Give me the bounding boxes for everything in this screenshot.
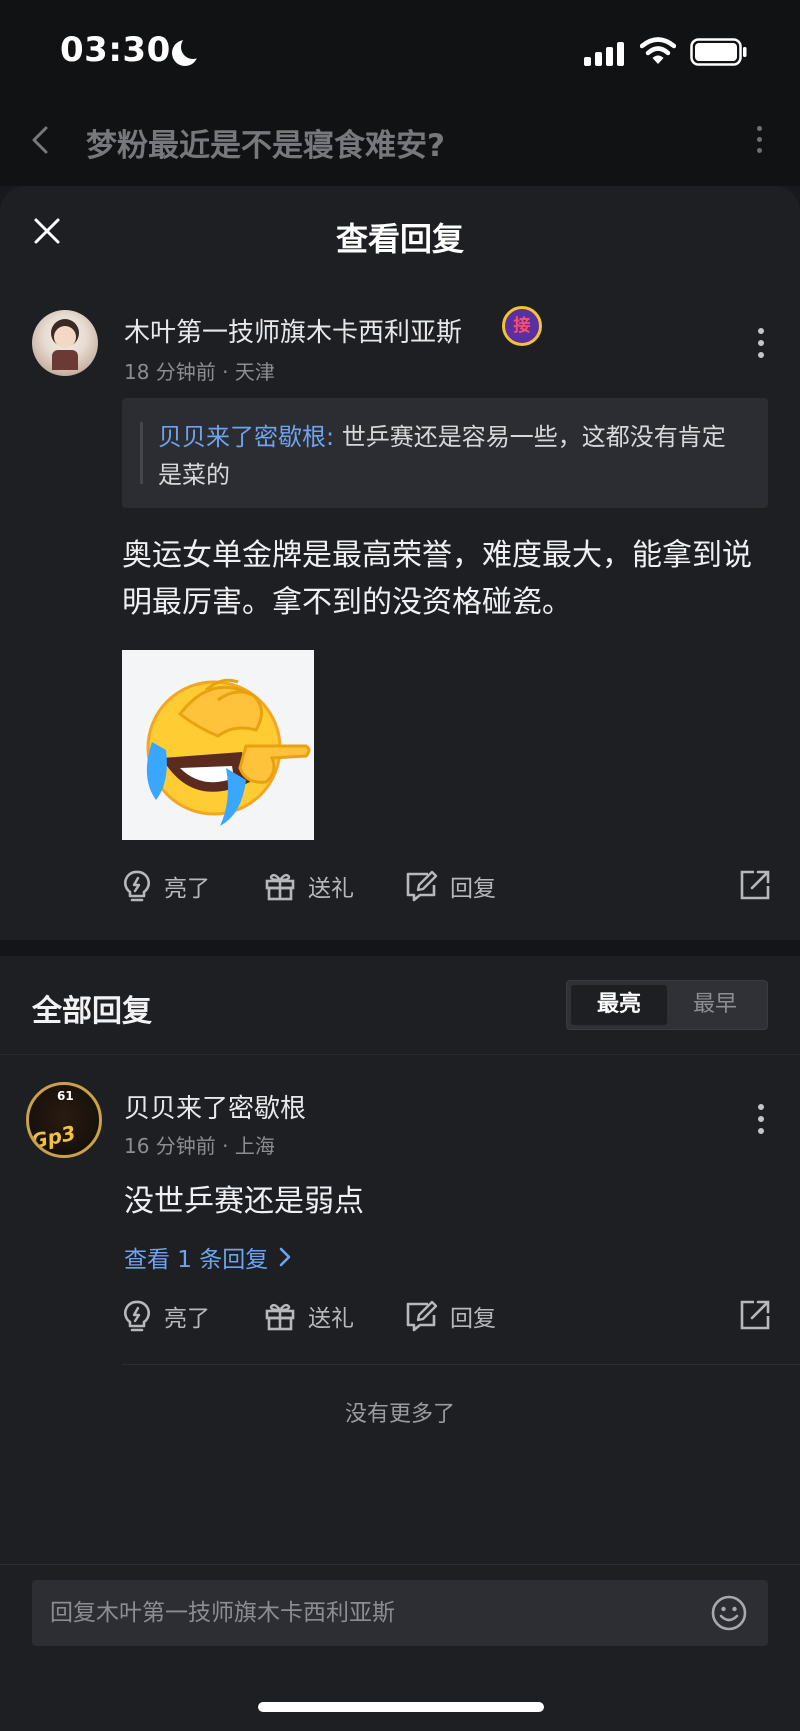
top-nav: 梦粉最近是不是寝食难安? xyxy=(0,96,800,186)
quoted-comment: 贝贝来了密歇根: 世乒赛还是容易一些，这都没有肯定是菜的 xyxy=(122,398,768,508)
avatar-number: 61 xyxy=(57,1089,74,1103)
emoji-image[interactable] xyxy=(122,650,314,840)
badge-icon: 接 xyxy=(502,306,542,346)
share-icon[interactable] xyxy=(738,868,772,902)
gift-button[interactable]: 送礼 xyxy=(264,1294,354,1338)
gift-button[interactable]: 送礼 xyxy=(264,864,354,908)
no-more-text: 没有更多了 xyxy=(344,1402,455,1427)
all-replies-title: 全部回复 xyxy=(32,994,152,1029)
lightbulb-icon xyxy=(124,1300,150,1332)
reply-input[interactable] xyxy=(50,1580,690,1646)
more-icon[interactable] xyxy=(754,126,764,156)
edit-icon xyxy=(406,870,438,902)
avatar-tag: Gp3 xyxy=(28,1120,78,1154)
status-bar: 03:30 xyxy=(0,0,800,96)
sort-hot-button[interactable]: 最亮 xyxy=(571,985,667,1025)
more-icon[interactable] xyxy=(756,328,766,364)
author-name[interactable]: 木叶第一技师旗木卡西利亚斯 xyxy=(124,312,462,349)
meta-separator: · xyxy=(222,360,235,384)
reply-time: 16 分钟前 xyxy=(124,1134,216,1158)
comment-location: 天津 xyxy=(234,360,275,384)
like-label: 亮了 xyxy=(164,1306,210,1332)
edit-icon xyxy=(406,1300,438,1332)
input-divider xyxy=(0,1564,800,1565)
view-replies-link[interactable]: 查看 1 条回复 xyxy=(124,1240,292,1274)
avatar[interactable]: 61 Gp3 xyxy=(26,1082,102,1158)
reply-actions: 亮了 送礼 回复 xyxy=(122,1294,772,1338)
sheet-title: 查看回复 xyxy=(335,220,464,258)
status-time: 03:30 xyxy=(60,30,171,70)
list-divider xyxy=(122,1364,800,1365)
quote-user[interactable]: 贝贝来了密歇根: xyxy=(158,423,334,451)
section-divider xyxy=(0,940,800,956)
reply-label: 回复 xyxy=(450,1306,496,1332)
reply-button[interactable]: 回复 xyxy=(404,864,496,908)
more-icon[interactable] xyxy=(756,1104,766,1140)
comment-meta: 18 分钟前 · 天津 xyxy=(124,356,275,385)
share-icon[interactable] xyxy=(738,1298,772,1332)
reply-author[interactable]: 贝贝来了密歇根 xyxy=(124,1088,306,1125)
battery-icon xyxy=(690,38,747,66)
gift-icon xyxy=(265,873,295,901)
like-button[interactable]: 亮了 xyxy=(122,864,210,908)
gift-icon xyxy=(265,1303,295,1331)
reply-label: 回复 xyxy=(450,876,496,902)
sort-toggle: 最亮 最早 xyxy=(566,980,768,1030)
reply-location: 上海 xyxy=(234,1134,275,1158)
lightbulb-icon xyxy=(124,870,150,902)
meta-separator: · xyxy=(222,1134,235,1158)
gift-label: 送礼 xyxy=(308,876,354,902)
reply-input-bar xyxy=(32,1580,768,1646)
signal-icon xyxy=(584,42,626,66)
home-indicator[interactable] xyxy=(258,1702,544,1712)
reply-button[interactable]: 回复 xyxy=(404,1294,496,1338)
chevron-right-icon xyxy=(279,1247,291,1267)
reply-sheet: 查看回复 木叶第一技师旗木卡西利亚斯 接 18 分钟前 · 天津 贝贝来了密歇根… xyxy=(0,186,800,1731)
reply-body: 没世乒赛还是弱点 xyxy=(124,1184,364,1219)
view-replies-label: 查看 1 条回复 xyxy=(124,1247,269,1273)
gift-label: 送礼 xyxy=(308,1306,354,1332)
moon-icon xyxy=(172,35,205,66)
back-icon[interactable] xyxy=(26,120,56,160)
comment-body: 奥运女单金牌是最高荣誉，难度最大，能拿到说明最厉害。拿不到的没资格碰瓷。 xyxy=(122,538,752,620)
sort-early-button[interactable]: 最早 xyxy=(667,985,763,1025)
wifi-icon xyxy=(640,37,676,64)
avatar[interactable] xyxy=(32,310,98,376)
like-label: 亮了 xyxy=(164,876,210,902)
header-divider xyxy=(0,1054,800,1055)
comment-actions: 亮了 送礼 回复 xyxy=(122,864,772,908)
nav-title: 梦粉最近是不是寝食难安? xyxy=(86,128,445,164)
reply-meta: 16 分钟前 · 上海 xyxy=(124,1130,275,1159)
comment-time: 18 分钟前 xyxy=(124,360,216,384)
smile-icon[interactable] xyxy=(710,1594,748,1632)
like-button[interactable]: 亮了 xyxy=(122,1294,210,1338)
